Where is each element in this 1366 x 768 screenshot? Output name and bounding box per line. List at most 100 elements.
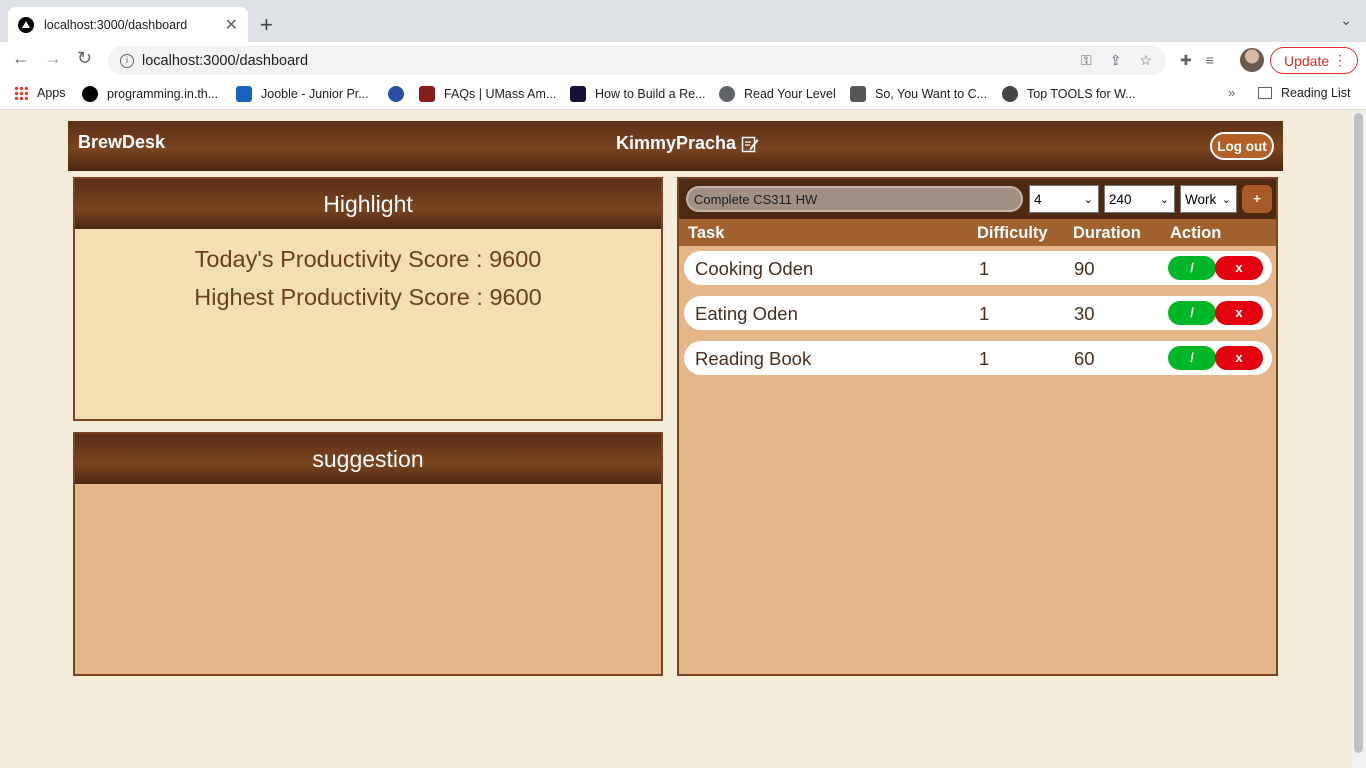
browser-toolbar: ← → ↻ i localhost:3000/dashboard ⚿ ⇪ ☆ ✚… <box>0 42 1366 78</box>
update-button[interactable]: Update ⋮ <box>1270 47 1358 74</box>
bookmark-label: Apps <box>37 86 66 100</box>
highest-score-text: Highest Productivity Score : 9600 <box>194 284 542 310</box>
h-logo-icon <box>850 86 866 102</box>
duration-value: 240 <box>1109 191 1132 207</box>
reading-list-label: Reading List <box>1281 86 1351 100</box>
edit-note-icon[interactable] <box>741 135 759 153</box>
task-form: 4 ⌄ 240 ⌄ Work ⌄ + <box>679 179 1276 219</box>
browser-tab[interactable]: localhost:3000/dashboard ✕ <box>8 7 248 42</box>
extensions-puzzle-icon[interactable]: ✚ <box>1180 52 1192 69</box>
share-icon[interactable]: ⇪ <box>1110 52 1122 69</box>
task-duration: 30 <box>1074 303 1095 324</box>
page-scrollbar[interactable] <box>1351 111 1366 768</box>
nextjs-favicon-icon <box>18 16 34 33</box>
tab-title: localhost:3000/dashboard <box>44 17 188 32</box>
bookmark-label: Top TOOLS for W... <box>1027 87 1136 101</box>
m-logo-icon <box>419 86 435 102</box>
app-header: BrewDesk KimmyPracha Log out <box>68 121 1283 171</box>
highlight-title: Highlight <box>75 179 661 229</box>
task-difficulty: 1 <box>979 348 990 369</box>
chevron-down-icon: ⌄ <box>1221 194 1231 206</box>
task-name-input[interactable] <box>686 186 1023 212</box>
bookmark-star-icon[interactable]: ☆ <box>1139 52 1152 69</box>
bookmark-umass[interactable]: FAQs | UMass Am... <box>419 86 556 102</box>
delete-task-button[interactable]: x <box>1215 301 1263 325</box>
bookmarks-bar: Apps programming.in.th... Jooble - Junio… <box>0 78 1366 110</box>
code-logo-icon <box>570 86 586 102</box>
bookmark-label: Jooble - Junior Pr... <box>261 87 369 101</box>
header-action: Action <box>1170 224 1222 242</box>
j-logo-icon <box>236 86 252 102</box>
bookmark-label: How to Build a Re... <box>595 87 706 101</box>
task-name: Eating Oden <box>695 303 798 324</box>
bookmark-label: FAQs | UMass Am... <box>444 87 557 101</box>
reading-list-button[interactable]: Reading List <box>1258 86 1351 100</box>
globe-badge-icon <box>388 86 404 102</box>
task-panel: 4 ⌄ 240 ⌄ Work ⌄ + Task Difficulty Durat… <box>677 177 1278 676</box>
suggestion-panel: suggestion <box>73 432 663 676</box>
bookmark-top-tools[interactable]: Top TOOLS for W... <box>1002 86 1136 102</box>
username-text: KimmyPracha <box>616 133 737 153</box>
bookmark-globe-badge[interactable] <box>388 86 413 102</box>
task-name: Reading Book <box>695 348 812 369</box>
media-queue-icon[interactable]: ≡ <box>1206 52 1214 69</box>
site-info-icon[interactable]: i <box>120 53 134 68</box>
suggestion-title: suggestion <box>75 434 661 484</box>
key-icon[interactable]: ⚿ <box>1081 52 1092 69</box>
delete-task-button[interactable]: x <box>1215 256 1263 280</box>
task-duration: 60 <box>1074 348 1095 369</box>
forward-arrow-icon[interactable]: → <box>44 48 62 69</box>
header-difficulty: Difficulty <box>977 224 1048 242</box>
logout-button[interactable]: Log out <box>1210 132 1274 160</box>
difficulty-select[interactable]: 4 ⌄ <box>1029 185 1099 213</box>
brand-logo-text[interactable]: BrewDesk <box>78 132 165 153</box>
bookmark-so-you-want[interactable]: So, You Want to C... <box>850 86 987 102</box>
category-select[interactable]: Work ⌄ <box>1180 185 1237 213</box>
apps-grid-icon <box>14 86 28 100</box>
bookmark-read-level[interactable]: Read Your Level <box>719 86 836 102</box>
tab-search-chevron-icon[interactable]: ⌄ <box>1340 12 1352 29</box>
chevron-down-icon: ⌄ <box>1159 194 1169 206</box>
complete-task-button[interactable]: / <box>1168 346 1216 370</box>
new-tab-icon[interactable]: + <box>260 12 273 38</box>
bookmark-build[interactable]: How to Build a Re... <box>570 86 705 102</box>
table-row: Cooking Oden 1 90 / x <box>684 251 1272 285</box>
reading-list-icon <box>1258 87 1272 99</box>
bookmark-label: programming.in.th... <box>107 87 219 101</box>
complete-task-button[interactable]: / <box>1168 301 1216 325</box>
delete-task-button[interactable]: x <box>1215 346 1263 370</box>
more-vert-icon: ⋮ <box>1333 52 1347 68</box>
difficulty-value: 4 <box>1034 191 1042 207</box>
p-logo-icon <box>82 86 98 102</box>
gear-logo-icon <box>1002 86 1018 102</box>
duration-select[interactable]: 240 ⌄ <box>1104 185 1175 213</box>
task-difficulty: 1 <box>979 303 990 324</box>
task-name: Cooking Oden <box>695 258 814 279</box>
profile-avatar[interactable] <box>1240 48 1264 72</box>
globe-icon <box>719 86 735 102</box>
reload-icon[interactable]: ↻ <box>77 48 92 69</box>
task-difficulty: 1 <box>979 258 990 279</box>
bookmark-programming[interactable]: programming.in.th... <box>82 86 218 102</box>
address-bar-url: localhost:3000/dashboard <box>142 52 309 69</box>
address-bar[interactable]: i localhost:3000/dashboard ⚿ ⇪ ☆ <box>108 46 1166 75</box>
complete-task-button[interactable]: / <box>1168 256 1216 280</box>
bookmark-apps[interactable]: Apps <box>14 86 66 100</box>
highlight-panel: Highlight Today's Productivity Score : 9… <box>73 177 663 421</box>
task-table-header: Task Difficulty Duration Action <box>679 219 1276 246</box>
header-task: Task <box>688 224 725 242</box>
chevron-down-icon: ⌄ <box>1083 194 1093 206</box>
add-task-button[interactable]: + <box>1242 185 1272 213</box>
browser-tabstrip: localhost:3000/dashboard ✕ + ⌄ <box>0 0 1366 42</box>
header-duration: Duration <box>1073 224 1141 242</box>
bookmark-jooble[interactable]: Jooble - Junior Pr... <box>236 86 369 102</box>
more-bookmarks-icon[interactable]: » <box>1228 85 1235 100</box>
back-arrow-icon[interactable]: ← <box>12 48 30 69</box>
close-tab-icon[interactable]: ✕ <box>225 15 238 35</box>
bookmark-label: Read Your Level <box>744 87 836 101</box>
table-row: Reading Book 1 60 / x <box>684 341 1272 375</box>
task-duration: 90 <box>1074 258 1095 279</box>
scrollbar-thumb[interactable] <box>1354 113 1363 753</box>
today-score-text: Today's Productivity Score : 9600 <box>194 246 542 272</box>
bookmark-label: So, You Want to C... <box>875 87 988 101</box>
